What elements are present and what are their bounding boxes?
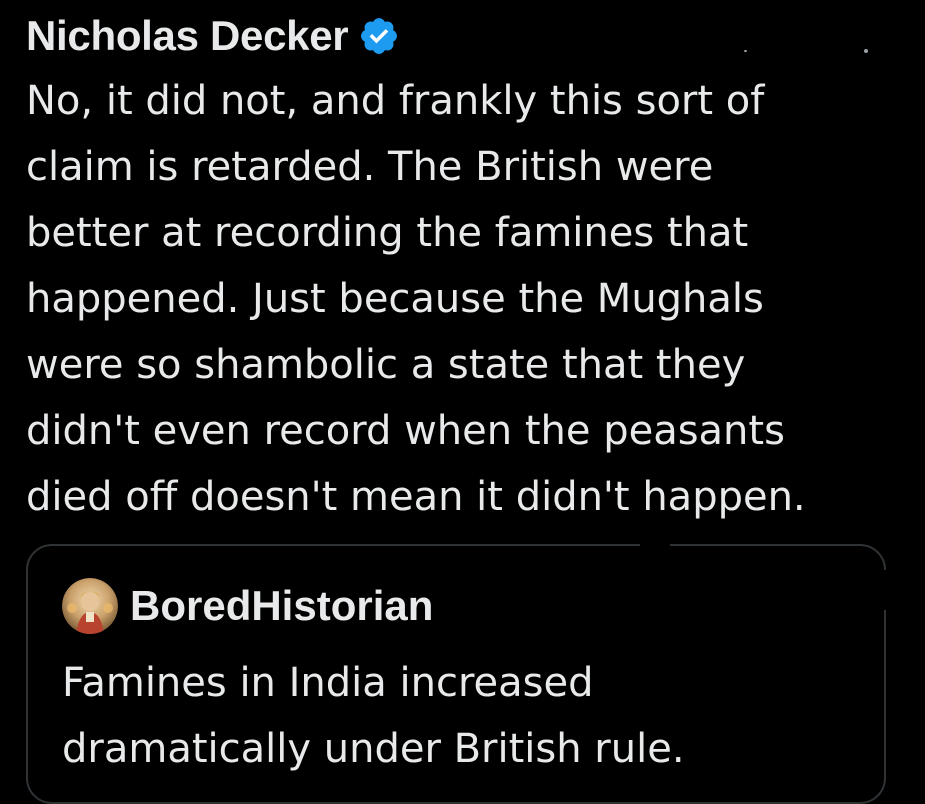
author-name[interactable]: Nicholas Decker	[26, 12, 349, 60]
quoted-author-name[interactable]: BoredHistorian	[130, 582, 433, 630]
tweet: Nicholas Decker No, it did not, and fran…	[26, 8, 906, 530]
quoted-tweet-card[interactable]: BoredHistorian Famines in India increase…	[26, 544, 886, 804]
redaction-artifact-icon	[744, 50, 747, 52]
tweet-text: No, it did not, and frankly this sort of…	[26, 78, 806, 520]
redaction-block	[640, 536, 670, 550]
menu-dot-icon	[864, 49, 868, 53]
quoted-tweet-header: BoredHistorian	[62, 578, 433, 634]
avatar-icon[interactable]	[62, 578, 118, 634]
redaction-block-right	[880, 570, 925, 610]
author-row: Nicholas Decker	[26, 8, 906, 64]
quoted-tweet-text: Famines in India increased dramatically …	[62, 660, 685, 772]
verified-badge-icon[interactable]	[358, 15, 400, 57]
